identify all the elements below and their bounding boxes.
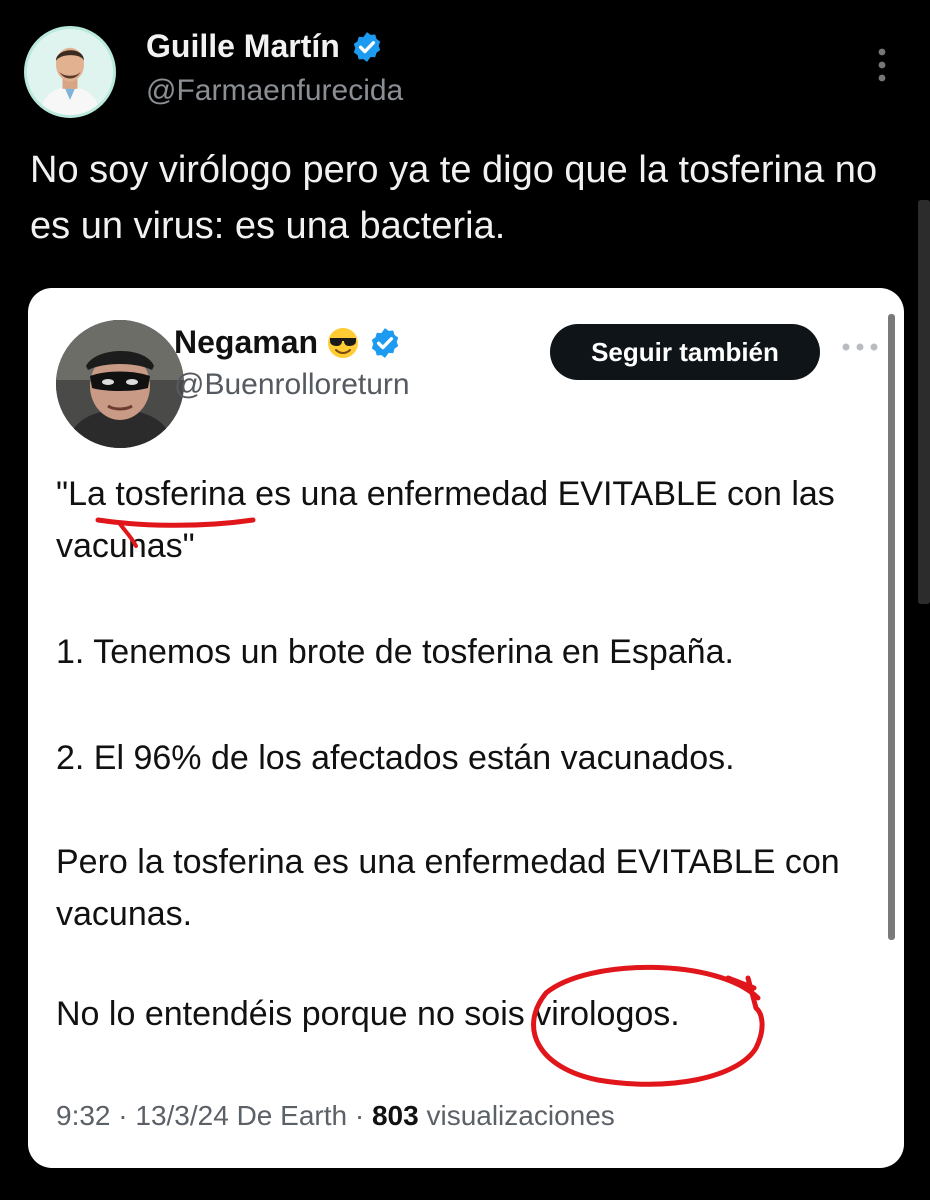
tweet-paragraph: "La tosferina es una enfermedad EVITABLE… [56,475,835,565]
author-handle[interactable]: @Farmaenfurecida [146,74,403,108]
quoted-author-name-row[interactable]: Negaman [174,324,402,361]
quoted-author-avatar[interactable] [56,320,184,448]
tweet-paragraph: No lo entendéis porque no sois virologos… [56,995,680,1033]
quoted-tweet-card[interactable]: Negaman @Buenrolloreturn Seguir también … [28,288,904,1168]
quoted-author-handle[interactable]: @Buenrolloreturn [174,368,410,402]
view-count-label: visualizaciones [426,1100,615,1131]
tweet-text: No soy virólogo pero ya te digo que la t… [30,149,878,247]
tweet-timestamp[interactable]: 9:32 · 13/3/24 De Earth · [56,1100,364,1131]
card-scrollbar[interactable] [888,314,895,940]
tweet-paragraph: Pero la tosferina es una enfermedad EVIT… [56,843,840,933]
author-name-row[interactable]: Guille Martín [146,28,384,65]
tweet-meta: 9:32 · 13/3/24 De Earth · 803 visualizac… [56,1100,615,1132]
author-name[interactable]: Guille Martín [146,28,340,65]
more-options-icon[interactable] [840,340,880,354]
sunglasses-emoji-icon [326,326,360,360]
page-scrollbar[interactable] [918,200,930,604]
masked-person-photo-icon [56,320,184,448]
tweet-paragraph: 2. El 96% de los afectados están vacunad… [56,739,735,777]
more-options-icon[interactable] [872,48,892,82]
person-photo-icon [27,29,113,115]
quoted-author-name[interactable]: Negaman [174,324,318,361]
follow-button[interactable]: Seguir también [550,324,820,380]
view-count: 803 [371,1100,419,1131]
tweet-paragraph: 1. Tenemos un brote de tosferina en Espa… [56,633,734,671]
verified-badge-icon [368,326,402,360]
author-avatar[interactable] [24,26,116,118]
verified-badge-icon [350,30,384,64]
